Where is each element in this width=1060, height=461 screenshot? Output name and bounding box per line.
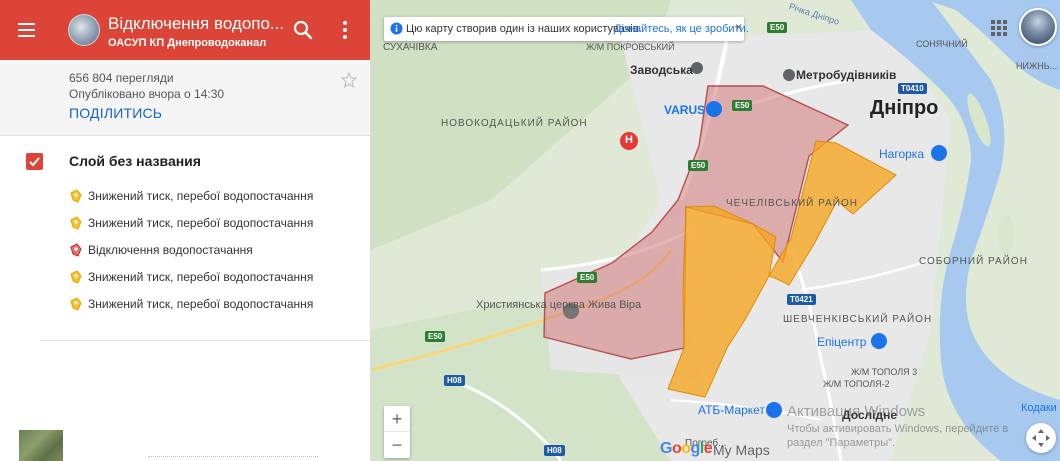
basemap — [371, 0, 1060, 461]
yellow-pin-icon — [70, 216, 82, 230]
menu-icon[interactable] — [16, 19, 38, 41]
hospital-icon: H — [625, 134, 633, 146]
poi-label: Кодаки — [1021, 402, 1057, 414]
info-banner: Цю карту створив один із наших користува… — [384, 17, 749, 41]
poi-label: Епіцентр — [817, 335, 867, 349]
layer-title: Слой без названия — [69, 153, 201, 169]
layer-item-label: Знижений тиск, перебої водопостачання — [88, 216, 314, 230]
road-shield: H08 — [444, 375, 465, 386]
google-logo: Google — [660, 440, 713, 458]
info-banner-link[interactable]: Дізнайтесь, як це зробити. — [614, 23, 749, 35]
yellow-pin-icon — [70, 270, 82, 284]
district-label: СОБОРНИЙ РАЙОН — [919, 256, 1028, 267]
layer-checkbox[interactable] — [26, 153, 43, 170]
footer-text — [148, 456, 318, 460]
layer-item-label: Знижений тиск, перебої водопостачання — [88, 297, 314, 311]
poi-label: Християнська церква Жива Віра — [476, 299, 642, 311]
map-meta-panel: 656 804 перегляди Опубліковано вчора о 1… — [0, 60, 370, 136]
map-label: СУХАЧІВКА — [383, 42, 438, 53]
logo-letter: G — [660, 440, 672, 457]
basemap-thumbnail[interactable] — [19, 430, 63, 461]
windows-activation-text: Чтобы активировать Windows, перейдите в … — [787, 423, 1009, 449]
road-shield: E50 — [688, 160, 709, 171]
map-label: Ж/М ТОПОЛЯ 3 — [851, 367, 918, 377]
map-label: Заводська — [630, 63, 693, 77]
logo-letter: e — [703, 440, 713, 457]
view-count: 656 804 перегляди — [69, 71, 174, 85]
poi-label: Нагорка — [879, 147, 924, 161]
map-label: Ж/М ПОКРОВСЬКИЙ — [586, 42, 675, 52]
road-shield: E50 — [767, 22, 788, 33]
zoom-in-button[interactable]: + — [384, 406, 410, 432]
road-shield: T0410 — [898, 83, 927, 94]
windows-activation-title: Активация Windows — [787, 403, 926, 420]
road-shield: T0421 — [787, 294, 816, 305]
yellow-pin-icon — [70, 189, 82, 203]
share-button[interactable]: ПОДІЛИТИСЬ — [69, 105, 162, 121]
district-label: ЧЕЧЕЛІВСЬКИЙ РАЙОН — [726, 198, 858, 209]
map-author: ОАСУП КП Днепроводоканал — [108, 37, 267, 49]
logo-letter: o — [671, 440, 682, 457]
road-shield: H08 — [544, 445, 565, 456]
logo-letter: g — [690, 440, 701, 457]
layer-item[interactable]: Знижений тиск, перебої водопостачання — [69, 267, 359, 287]
info-banner-text: Цю карту створив один із наших користува… — [406, 23, 642, 35]
layer-item-label: Знижений тиск, перебої водопостачання — [88, 189, 314, 203]
user-avatar[interactable] — [1019, 8, 1057, 46]
map-label: Метробудівників — [796, 68, 897, 82]
sidebar: Відключення водопо... ОАСУП КП Днепровод… — [0, 0, 371, 461]
search-icon[interactable] — [292, 19, 314, 41]
poi-label: АТБ-Маркет — [698, 403, 765, 417]
district-label: НОВОКОДАЦЬКИЙ РАЙОН — [441, 118, 588, 129]
map-owner-avatar — [68, 14, 100, 46]
red-pin-icon — [70, 243, 82, 257]
road-shield: E50 — [577, 272, 598, 283]
layer-item[interactable]: Відключення водопостачання — [69, 240, 359, 260]
layer-item-label: Відключення водопостачання — [88, 243, 253, 257]
layer-item-label: Знижений тиск, перебої водопостачання — [88, 270, 314, 284]
map-header: Відключення водопо... ОАСУП КП Днепровод… — [0, 0, 370, 60]
more-vert-icon[interactable] — [334, 18, 356, 42]
divider — [40, 340, 370, 341]
map-label: НИЖНЬ... — [1016, 61, 1058, 71]
map-label: СОНЯЧНИЙ — [916, 39, 968, 49]
poi-label: VARUS — [664, 103, 706, 117]
layer-item[interactable]: Знижений тиск, перебої водопостачання — [69, 186, 359, 206]
city-label: Дніпро — [870, 97, 939, 119]
star-icon[interactable] — [340, 71, 358, 89]
my-maps-label: My Maps — [713, 442, 770, 458]
zoom-out-button[interactable]: − — [384, 432, 410, 458]
yellow-pin-icon — [70, 297, 82, 311]
published-date: Опубліковано вчора о 14:30 — [69, 87, 225, 101]
map-canvas[interactable]: СУХАЧІВКА Ж/М ПОКРОВСЬКИЙ Заводська Метр… — [371, 0, 1060, 461]
map-title: Відключення водопо... — [108, 14, 285, 33]
close-icon[interactable]: × — [735, 20, 745, 34]
district-label: ШЕВЧЕНКІВСЬКИЙ РАЙОН — [783, 314, 933, 325]
logo-letter: o — [681, 440, 691, 457]
zoom-control: + − — [384, 406, 410, 458]
info-icon — [390, 22, 403, 35]
map-label: Ж/М ТОПОЛЯ-2 — [823, 379, 890, 389]
apps-grid-icon[interactable] — [988, 17, 1010, 39]
layer-item[interactable]: Знижений тиск, перебої водопостачання — [69, 213, 359, 233]
road-shield: E50 — [732, 100, 753, 111]
layer-item[interactable]: Знижений тиск, перебої водопостачання — [69, 294, 359, 314]
road-shield: E50 — [425, 331, 446, 342]
